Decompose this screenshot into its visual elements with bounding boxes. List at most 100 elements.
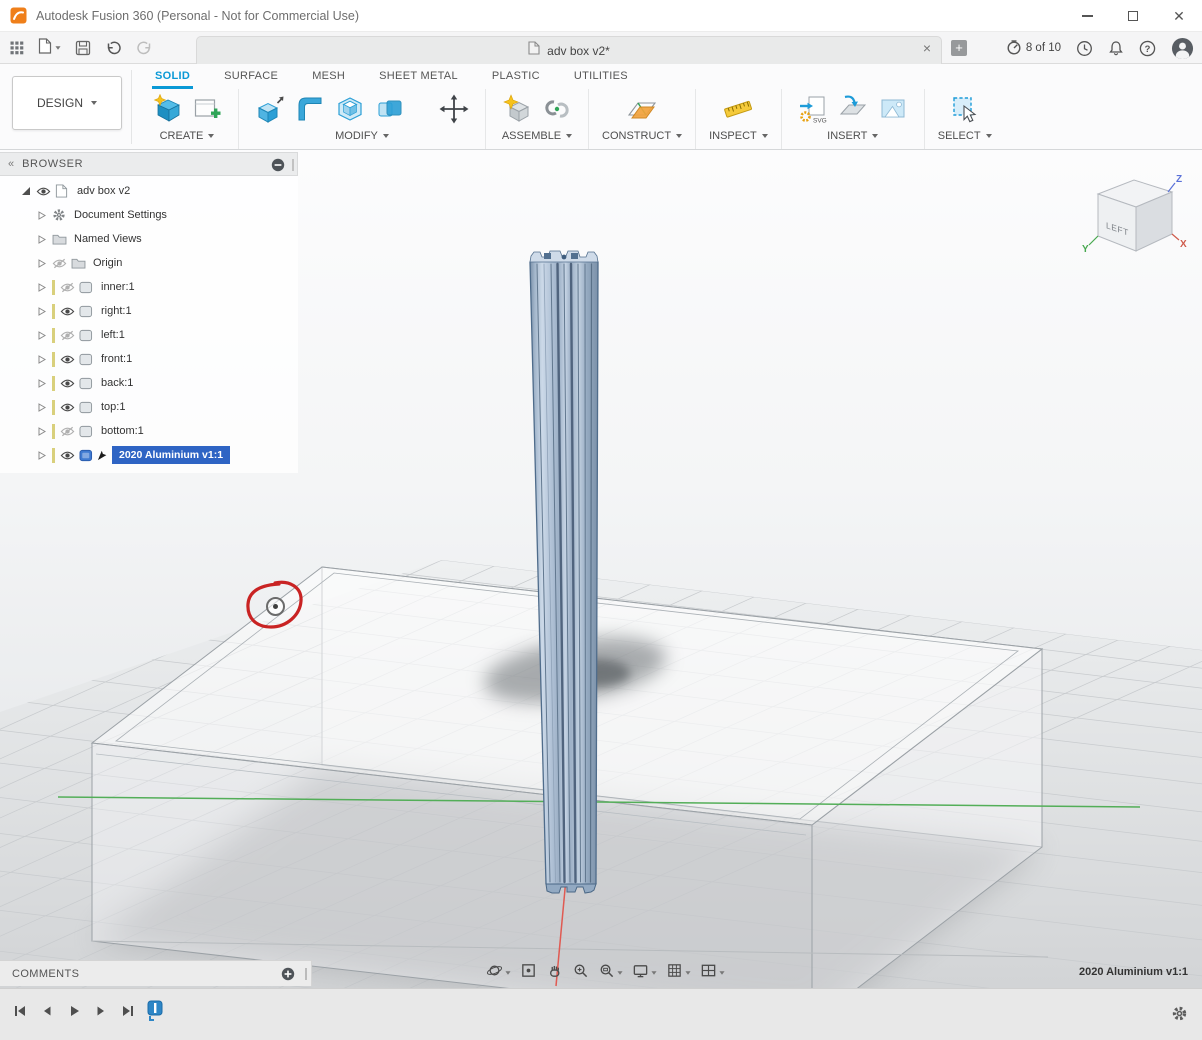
look-at-button[interactable] (516, 961, 541, 985)
browser-item-label[interactable]: Named Views (74, 233, 142, 245)
shell-icon[interactable] (332, 91, 368, 127)
ribbon-tab-plastic[interactable]: PLASTIC (475, 64, 557, 89)
browser-item-label[interactable]: left:1 (101, 329, 125, 341)
browser-item-left-1[interactable]: left:1 (0, 323, 298, 347)
eye-visible-icon[interactable] (60, 378, 79, 389)
ribbon-group-label[interactable]: CREATE (160, 130, 215, 142)
browser-item-right-1[interactable]: right:1 (0, 299, 298, 323)
expand-arrow-icon[interactable] (38, 403, 52, 412)
browser-item-label[interactable]: Document Settings (74, 209, 167, 221)
ribbon-tab-surface[interactable]: SURFACE (207, 64, 295, 89)
view-cube[interactable]: LEFT Z Y X (1082, 174, 1187, 255)
close-button[interactable]: ✕ (1156, 0, 1202, 32)
go-end-button[interactable] (116, 1001, 140, 1025)
expand-arrow-icon[interactable] (38, 211, 52, 220)
expand-arrow-icon[interactable] (38, 355, 52, 364)
undo-button[interactable] (105, 40, 122, 56)
maximize-button[interactable] (1110, 0, 1156, 32)
browser-item-origin[interactable]: Origin (0, 251, 298, 275)
browser-item-root[interactable]: adv box v2 (0, 179, 298, 203)
step-back-button[interactable] (35, 1001, 59, 1025)
browser-item-top-1[interactable]: top:1 (0, 395, 298, 419)
eye-hidden-icon[interactable] (60, 426, 79, 437)
browser-item-front-1[interactable]: front:1 (0, 347, 298, 371)
browser-item-label[interactable]: back:1 (101, 377, 133, 389)
browser-item-2020-aluminium-v1-1[interactable]: 2020 Aluminium v1:1 (0, 443, 298, 467)
avatar[interactable] (1171, 37, 1194, 60)
help-button[interactable]: ? (1139, 40, 1156, 57)
expand-arrow-icon[interactable] (38, 331, 52, 340)
display-settings-button[interactable] (628, 961, 661, 985)
add-comment-button[interactable] (281, 967, 295, 981)
browser-item-inner-1[interactable]: inner:1 (0, 275, 298, 299)
browser-item-bottom-1[interactable]: bottom:1 (0, 419, 298, 443)
tab-close-button[interactable]: × (923, 41, 931, 55)
expand-arrow-icon[interactable] (38, 427, 52, 436)
eye-hidden-icon[interactable] (52, 258, 71, 269)
step-forward-button[interactable] (89, 1001, 113, 1025)
expand-arrow-icon[interactable] (38, 259, 52, 268)
viewports-button[interactable] (696, 961, 729, 985)
ribbon-group-label[interactable]: INSPECT (709, 130, 768, 142)
new-tab-button[interactable]: + (951, 40, 967, 56)
browser-item-document-settings[interactable]: Document Settings (0, 203, 298, 227)
joint-icon[interactable] (539, 91, 575, 127)
design-workspace-selector[interactable]: DESIGN (12, 76, 122, 130)
save-button[interactable] (75, 40, 91, 56)
eye-visible-icon[interactable] (36, 186, 55, 197)
move-icon[interactable] (436, 91, 472, 127)
combine-icon[interactable] (372, 91, 408, 127)
browser-item-label[interactable]: front:1 (101, 353, 132, 365)
ribbon-tab-utilities[interactable]: UTILITIES (557, 64, 645, 89)
ribbon-tab-solid[interactable]: SOLID (138, 64, 207, 89)
ribbon-group-label[interactable]: SELECT (938, 130, 992, 142)
document-tab[interactable]: adv box v2* × (196, 36, 942, 64)
pan-button[interactable] (542, 961, 567, 985)
create-sketch-icon[interactable] (189, 91, 225, 127)
recent-activity-button[interactable] (1076, 40, 1093, 57)
press-pull-icon[interactable] (252, 91, 288, 127)
expand-arrow-icon[interactable] (38, 235, 52, 244)
ribbon-group-label[interactable]: ASSEMBLE (502, 130, 572, 142)
insert-svg-icon[interactable]: SVG (795, 91, 831, 127)
browser-item-label[interactable]: top:1 (101, 401, 125, 413)
browser-minimize-button[interactable] (271, 158, 285, 172)
eye-hidden-icon[interactable] (60, 330, 79, 341)
ribbon-group-label[interactable]: INSERT (827, 130, 878, 142)
job-status-button[interactable]: 8 of 10 (1006, 39, 1061, 58)
zoom-window-button[interactable] (594, 961, 627, 985)
comments-bar[interactable]: COMMENTS (0, 960, 312, 986)
fillet-icon[interactable] (292, 91, 328, 127)
minimize-button[interactable] (1064, 0, 1110, 32)
browser-resize-grip[interactable] (292, 159, 294, 171)
expand-arrow-icon[interactable] (38, 379, 52, 388)
select-icon[interactable] (947, 91, 983, 127)
new-solid-icon[interactable] (149, 91, 185, 127)
app-grid-button[interactable] (10, 41, 24, 55)
browser-item-back-1[interactable]: back:1 (0, 371, 298, 395)
construct-plane-icon[interactable] (624, 91, 660, 127)
play-button[interactable] (62, 1001, 86, 1025)
timeline-settings-gear-icon[interactable] (1171, 1005, 1188, 1022)
ribbon-tab-sheet-metal[interactable]: SHEET METAL (362, 64, 475, 89)
orbit-button[interactable] (482, 961, 515, 985)
comments-grip[interactable] (305, 968, 307, 980)
measure-icon[interactable] (720, 91, 756, 127)
browser-collapse-button[interactable]: « (8, 158, 14, 170)
go-start-button[interactable] (8, 1001, 32, 1025)
browser-item-label[interactable]: right:1 (101, 305, 132, 317)
eye-visible-icon[interactable] (60, 354, 79, 365)
timeline-position-marker[interactable] (146, 1000, 166, 1022)
eye-hidden-icon[interactable] (60, 282, 79, 293)
derive-icon[interactable] (835, 91, 871, 127)
zoom-button[interactable] (568, 961, 593, 985)
browser-item-label[interactable]: bottom:1 (101, 425, 144, 437)
canvas-image-icon[interactable] (875, 91, 911, 127)
eye-visible-icon[interactable] (60, 450, 79, 461)
new-component-icon[interactable] (499, 91, 535, 127)
expand-arrow-icon[interactable] (38, 283, 52, 292)
notifications-button[interactable] (1108, 40, 1124, 56)
eye-visible-icon[interactable] (60, 306, 79, 317)
browser-item-label[interactable]: 2020 Aluminium v1:1 (112, 446, 230, 464)
ribbon-tab-mesh[interactable]: MESH (295, 64, 362, 89)
